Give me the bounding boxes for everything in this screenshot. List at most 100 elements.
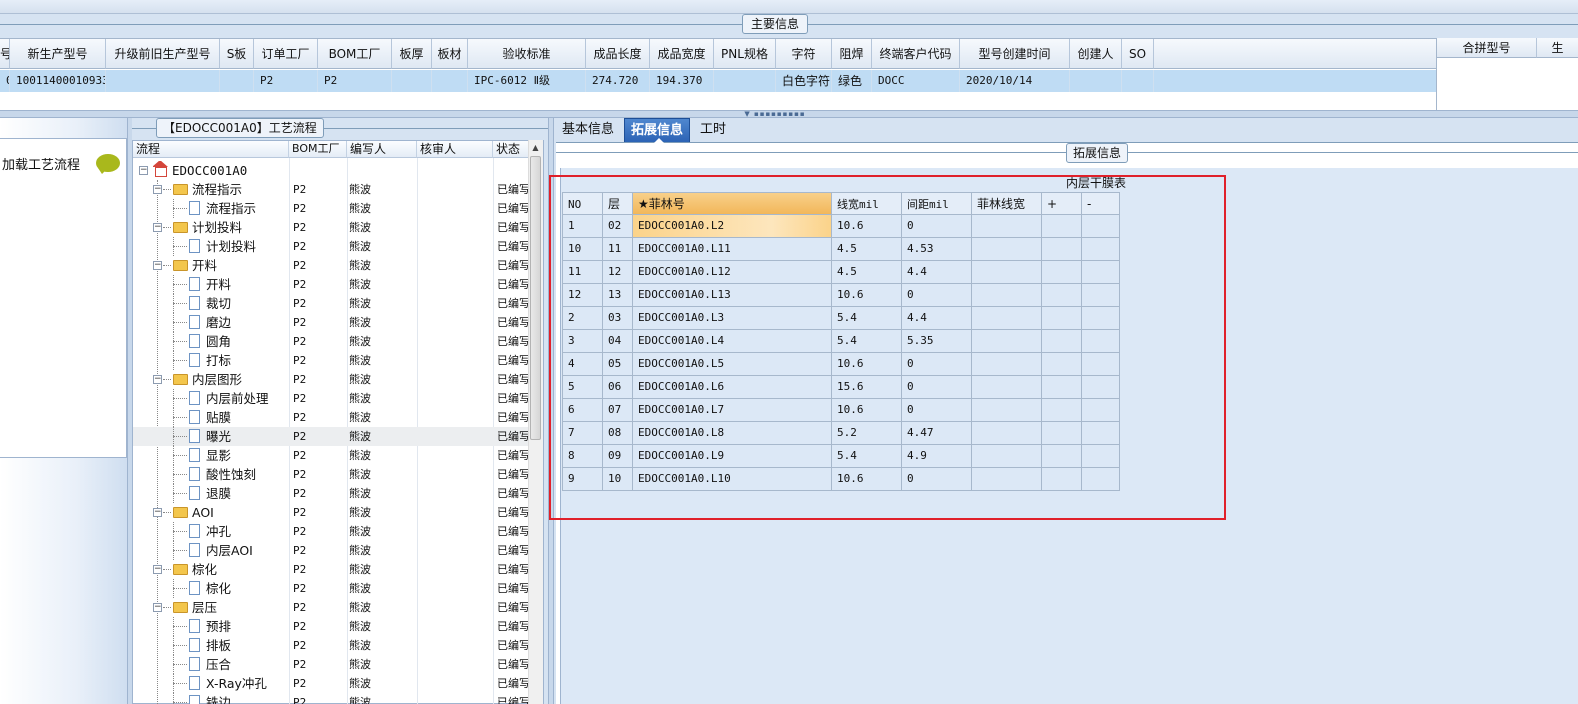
main-grid-col-header[interactable]: 字符 bbox=[776, 39, 832, 69]
collapse-icon[interactable]: − bbox=[153, 603, 162, 612]
main-grid-cell[interactable] bbox=[106, 70, 220, 92]
main-grid-cell[interactable] bbox=[714, 70, 776, 92]
main-grid-col-header[interactable]: 终端客户代码 bbox=[872, 39, 960, 69]
flow-step-label: 内层AOI bbox=[206, 543, 253, 558]
flow-tree-row[interactable]: 预排 P2 熊波 已编写 bbox=[133, 617, 530, 636]
flow-tree-row[interactable]: − 内层图形 P2 熊波 已编写 bbox=[133, 370, 530, 389]
main-grid-col-header[interactable]: 阻焊 bbox=[832, 39, 872, 69]
flow-status-cell: 已编写 bbox=[497, 202, 530, 215]
main-grid-col-header[interactable]: 验收标准 bbox=[468, 39, 586, 69]
flow-tree-row[interactable]: − 棕化 P2 熊波 已编写 bbox=[133, 560, 530, 579]
main-grid-cell[interactable] bbox=[220, 70, 254, 92]
flow-tree-row[interactable]: 内层前处理 P2 熊波 已编写 bbox=[133, 389, 530, 408]
main-grid-col-header[interactable]: BOM工厂 bbox=[318, 39, 392, 69]
main-grid-col-header[interactable]: S板 bbox=[220, 39, 254, 69]
main-grid-cell[interactable]: 10011400010933 bbox=[10, 70, 106, 92]
flow-tree-col-header[interactable]: BOM工厂 bbox=[289, 141, 347, 158]
flow-tree-grid[interactable]: 流程 BOM工厂 编写人 核审人 状态 − EDOCC001A0− 流程指示 P2 熊波 已编写流… bbox=[132, 140, 544, 704]
flow-tree-row[interactable]: 退膜 P2 熊波 已编写 bbox=[133, 484, 530, 503]
flow-tree-row[interactable]: 开料 P2 熊波 已编写 bbox=[133, 275, 530, 294]
flow-writer-cell: 熊波 bbox=[349, 430, 371, 443]
flow-tree-row[interactable]: 贴膜 P2 熊波 已编写 bbox=[133, 408, 530, 427]
right-grid-header-2[interactable]: 生 bbox=[1537, 38, 1578, 58]
main-grid-cell[interactable] bbox=[1070, 70, 1122, 92]
flow-tree-row[interactable]: 显影 P2 熊波 已编写 bbox=[133, 446, 530, 465]
main-grid-col-header[interactable]: PNL规格 bbox=[714, 39, 776, 69]
flow-tree-row[interactable]: 酸性蚀刻 P2 熊波 已编写 bbox=[133, 465, 530, 484]
tab-work-hours[interactable]: 工时 bbox=[694, 118, 732, 142]
collapse-icon[interactable]: − bbox=[153, 223, 162, 232]
collapse-icon[interactable]: − bbox=[153, 185, 162, 194]
main-grid-col-header[interactable]: 成品宽度 bbox=[650, 39, 714, 69]
main-grid-col-header[interactable]: 板材 bbox=[432, 39, 468, 69]
flow-tree-row[interactable]: 圆角 P2 熊波 已编写 bbox=[133, 332, 530, 351]
tree-connector bbox=[173, 683, 187, 684]
main-grid-cell[interactable]: 绿色 bbox=[832, 70, 872, 92]
flow-tree-row[interactable]: 流程指示 P2 熊波 已编写 bbox=[133, 199, 530, 218]
flow-tree-col-header[interactable]: 核审人 bbox=[417, 141, 493, 158]
collapse-icon[interactable]: − bbox=[153, 375, 162, 384]
collapse-icon[interactable]: − bbox=[153, 261, 162, 270]
flow-tree-col-header[interactable]: 状态 bbox=[493, 141, 529, 158]
tree-root-row[interactable]: − EDOCC001A0 bbox=[133, 161, 529, 180]
flow-tree-row[interactable]: 曝光 P2 熊波 已编写 bbox=[133, 427, 530, 446]
flow-tree-row[interactable]: 冲孔 P2 熊波 已编写 bbox=[133, 522, 530, 541]
folder-icon bbox=[173, 374, 188, 385]
scroll-up-icon[interactable]: ▲ bbox=[530, 142, 541, 154]
flow-tree-col-header[interactable]: 编写人 bbox=[347, 141, 417, 158]
collapse-icon[interactable]: − bbox=[139, 166, 148, 175]
main-grid-cell[interactable]: P2 bbox=[318, 70, 392, 92]
main-grid-col-header[interactable]: 创建人 bbox=[1070, 39, 1122, 69]
flow-step-label: 流程指示 bbox=[192, 182, 243, 197]
main-grid-col-header[interactable]: 成品长度 bbox=[586, 39, 650, 69]
main-grid-cell[interactable] bbox=[392, 70, 432, 92]
merge-model-grid[interactable]: 合拼型号 生 bbox=[1436, 38, 1578, 110]
main-info-grid[interactable]: 号新生产型号升级前旧生产型号S板订单工厂BOM工厂板厚板材验收标准成品长度成品宽… bbox=[0, 38, 1436, 110]
main-grid-col-header[interactable]: 升级前旧生产型号 bbox=[106, 39, 220, 69]
load-flow-box bbox=[0, 138, 127, 458]
flow-tree-row[interactable]: − AOI P2 熊波 已编写 bbox=[133, 503, 530, 522]
flow-tree-row[interactable]: − 层压 P2 熊波 已编写 bbox=[133, 598, 530, 617]
flow-tree-row[interactable]: 压合 P2 熊波 已编写 bbox=[133, 655, 530, 674]
flow-bom-cell: P2 bbox=[293, 354, 307, 367]
main-grid-col-header[interactable]: SO bbox=[1122, 39, 1154, 69]
flow-tree-row[interactable]: − 开料 P2 熊波 已编写 bbox=[133, 256, 530, 275]
flow-tree-row[interactable]: 裁切 P2 熊波 已编写 bbox=[133, 294, 530, 313]
main-grid-cell[interactable]: DOCC bbox=[872, 70, 960, 92]
main-grid-col-header[interactable]: 型号创建时间 bbox=[960, 39, 1070, 69]
main-grid-cell[interactable] bbox=[1122, 70, 1154, 92]
main-grid-cell[interactable]: P2 bbox=[254, 70, 318, 92]
main-grid-col-header[interactable]: 新生产型号 bbox=[10, 39, 106, 69]
main-grid-col-header[interactable]: 订单工厂 bbox=[254, 39, 318, 69]
flow-tree-row[interactable]: 磨边 P2 熊波 已编写 bbox=[133, 313, 530, 332]
flow-tree-row[interactable]: − 计划投料 P2 熊波 已编写 bbox=[133, 218, 530, 237]
flow-tree-col-header[interactable]: 流程 bbox=[133, 141, 289, 158]
flow-status-cell: 已编写 bbox=[497, 639, 530, 652]
main-grid-cell[interactable] bbox=[432, 70, 468, 92]
scroll-thumb[interactable] bbox=[530, 156, 541, 440]
main-grid-cell[interactable]: 194.370 bbox=[650, 70, 714, 92]
collapse-icon[interactable]: − bbox=[153, 565, 162, 574]
load-flow-label[interactable]: 加载工艺流程 bbox=[2, 154, 80, 173]
main-grid-cell[interactable]: 0 bbox=[0, 70, 10, 92]
document-icon bbox=[189, 638, 200, 652]
flow-tree-row[interactable]: 打标 P2 熊波 已编写 bbox=[133, 351, 530, 370]
splitter-grip-icon[interactable]: ▼ ▪▪▪▪▪▪▪▪▪ ▼ bbox=[742, 110, 808, 126]
flow-tree-row[interactable]: 棕化 P2 熊波 已编写 bbox=[133, 579, 530, 598]
flow-tree-row[interactable]: − 流程指示 P2 熊波 已编写 bbox=[133, 180, 530, 199]
main-grid-col-header[interactable]: 号 bbox=[0, 39, 10, 69]
flow-tree-row[interactable]: 铣边 P2 熊波 已编写 bbox=[133, 693, 530, 704]
flow-writer-cell: 熊波 bbox=[349, 183, 371, 196]
flow-tree-row[interactable]: 计划投料 P2 熊波 已编写 bbox=[133, 237, 530, 256]
merge-model-header[interactable]: 合拼型号 bbox=[1437, 38, 1537, 58]
tab-basic-info[interactable]: 基本信息 bbox=[556, 118, 620, 142]
collapse-icon[interactable]: − bbox=[153, 508, 162, 517]
flow-tree-row[interactable]: 排板 P2 熊波 已编写 bbox=[133, 636, 530, 655]
flow-tree-row[interactable]: X-Ray冲孔 P2 熊波 已编写 bbox=[133, 674, 530, 693]
main-grid-cell[interactable]: 2020/10/14 bbox=[960, 70, 1070, 92]
main-grid-cell[interactable]: 白色字符 bbox=[776, 70, 832, 92]
main-grid-col-header[interactable]: 板厚 bbox=[392, 39, 432, 69]
main-grid-cell[interactable]: IPC-6012 Ⅱ级 bbox=[468, 70, 586, 92]
main-grid-cell[interactable]: 274.720 bbox=[586, 70, 650, 92]
flow-tree-row[interactable]: 内层AOI P2 熊波 已编写 bbox=[133, 541, 530, 560]
